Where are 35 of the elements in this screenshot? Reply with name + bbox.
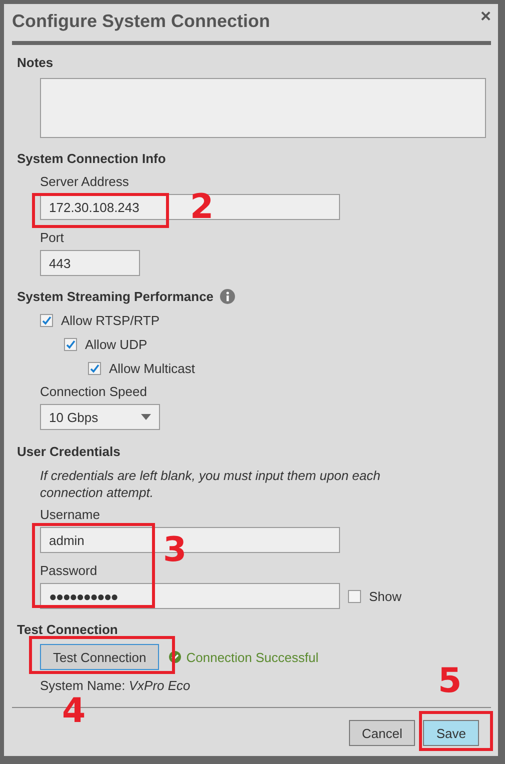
section-heading: System Streaming Performance <box>17 289 214 304</box>
notes-field[interactable] <box>40 78 486 138</box>
checkbox-label: Allow UDP <box>85 336 148 352</box>
speed-dropdown[interactable]: 10 Gbps <box>40 404 160 430</box>
checkbox[interactable] <box>348 590 361 602</box>
checkbox[interactable] <box>88 362 101 374</box>
password-field[interactable]: ●●●●●●●●●● <box>40 583 340 609</box>
status-text: Connection Successful <box>186 650 318 664</box>
info-icon[interactable] <box>220 289 235 304</box>
step-number: 4 <box>62 694 86 728</box>
check-circle-icon <box>169 651 182 663</box>
field-label: Username <box>40 507 101 522</box>
section-heading: Notes <box>17 55 54 70</box>
port-field[interactable]: 443 <box>40 250 140 276</box>
field-label: Password <box>40 563 98 578</box>
checkbox-label: Show <box>369 588 402 604</box>
step-number: 5 <box>438 664 462 698</box>
field-label: Server Address <box>40 174 130 189</box>
checkbox-label: Allow RTSP/RTP <box>61 312 160 328</box>
system-name-text: System Name: VxPro Eco <box>40 678 190 693</box>
dialog-title: Configure System Connection <box>12 11 270 32</box>
caret-icon <box>141 414 151 420</box>
save-button[interactable]: Save <box>423 720 479 746</box>
credentials-note: If credentials are left blank, you must input them upon each connection attempt. <box>40 467 382 501</box>
section-heading: User Credentials <box>17 444 122 459</box>
cancel-button[interactable]: Cancel <box>348 720 416 746</box>
checkbox[interactable] <box>64 338 77 350</box>
field-label: Port <box>40 230 65 245</box>
test-connection-button[interactable]: Test Connection <box>40 644 160 670</box>
checkbox-label: Allow Multicast <box>109 360 195 376</box>
field-label: Connection Speed <box>40 384 148 399</box>
close-button[interactable]: × <box>480 9 491 23</box>
section-heading: Test Connection <box>17 622 119 637</box>
section-heading: System Connection Info <box>17 151 167 166</box>
checkbox[interactable] <box>40 314 53 326</box>
